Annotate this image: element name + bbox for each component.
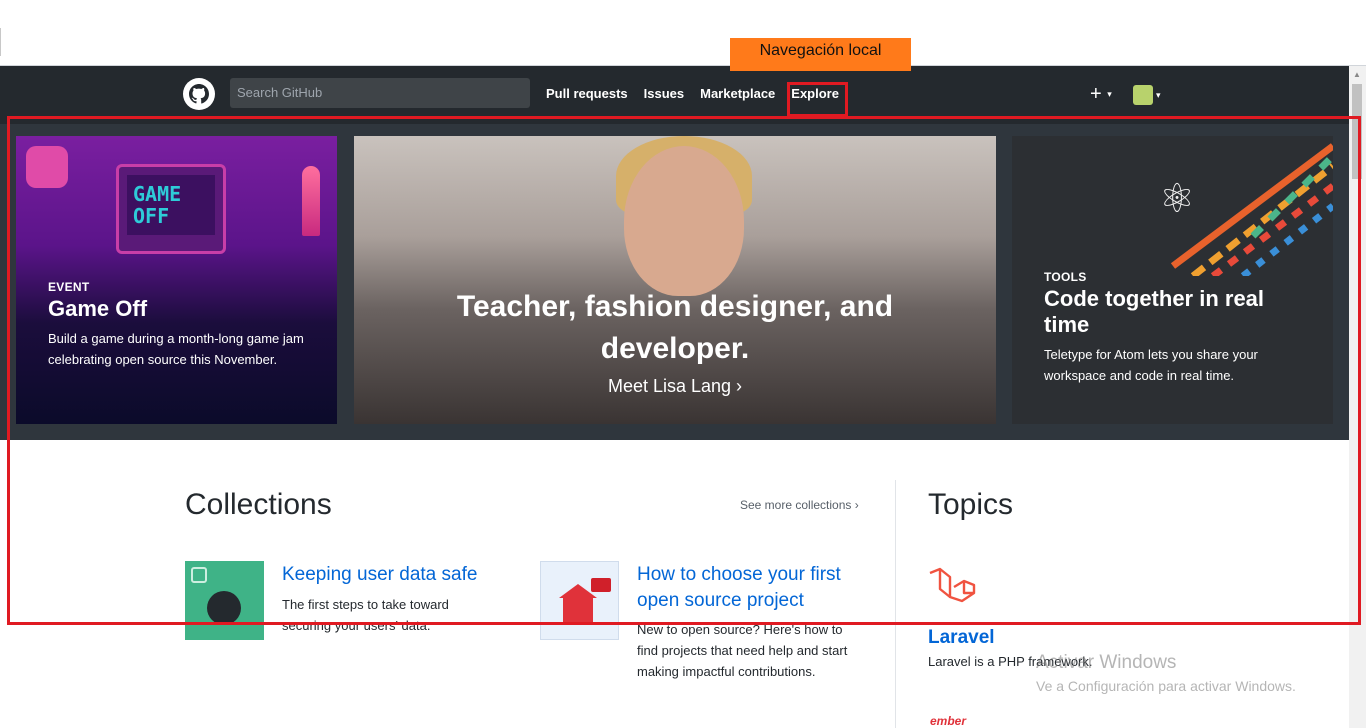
hero-card-featured-story[interactable]: Teacher, fashion designer, and developer… — [354, 136, 996, 424]
lava-lamp-illustration — [302, 166, 320, 236]
watermark-line-1: Activar Windows — [1036, 652, 1177, 673]
search-input[interactable]: Search GitHub — [230, 78, 530, 108]
see-more-collections-link[interactable]: See more collections › — [740, 498, 859, 512]
collection-description: The first steps to take toward securing … — [282, 597, 449, 633]
window-edge — [0, 28, 1, 56]
plus-icon: + — [1090, 83, 1102, 105]
create-new-menu[interactable]: + ▾ — [1090, 83, 1112, 106]
signpost-icon — [591, 578, 611, 592]
collections-heading: Collections — [185, 488, 332, 521]
collection-title[interactable]: Keeping user data safe — [282, 562, 512, 588]
windows-activation-watermark: Activar Windows Ve a Configuración para … — [1036, 652, 1296, 694]
avatar — [1133, 85, 1153, 105]
octocat-icon — [207, 591, 241, 625]
scrollbar-thumb[interactable] — [1352, 84, 1362, 179]
featured-link[interactable]: Meet Lisa Lang › — [354, 376, 996, 397]
laravel-logo-icon — [929, 567, 976, 603]
user-menu[interactable]: ▾ — [1133, 85, 1161, 105]
collection-thumbnail[interactable] — [540, 561, 619, 640]
card-title: Code together in real time — [1044, 286, 1265, 337]
topics-heading: Topics — [928, 488, 1014, 521]
explore-highlight-box — [787, 82, 848, 117]
screen-text: GAME OFF — [127, 175, 215, 235]
hero-card-teletype[interactable]: ⚛ TOOLS Code together in real time Telet… — [1012, 136, 1333, 424]
nav-marketplace[interactable]: Marketplace — [700, 86, 775, 101]
card-kicker: EVENT — [48, 280, 90, 294]
browser-top-strip — [0, 0, 1366, 66]
github-logo-icon[interactable] — [183, 78, 215, 110]
collection-thumbnail[interactable] — [185, 561, 264, 640]
topic-name[interactable]: Laravel — [928, 627, 995, 649]
card-kicker: TOOLS — [1044, 270, 1087, 284]
fingerprint-icon — [191, 567, 207, 583]
featured-title: Teacher, fashion designer, and developer… — [456, 290, 894, 365]
retro-computer-illustration: GAME OFF — [116, 164, 226, 254]
watermark-line-2: Ve a Configuración para activar Windows. — [1036, 678, 1296, 694]
card-description: Teletype for Atom lets you share your wo… — [1044, 347, 1258, 383]
nav-pull-requests[interactable]: Pull requests — [546, 86, 628, 101]
hero-carousel: GAME OFF EVENT Game Off Build a game dur… — [0, 124, 1349, 440]
card-title: Game Off — [48, 296, 148, 321]
chevron-down-icon: ▾ — [1107, 89, 1112, 100]
annotation-label: Navegación local — [730, 38, 911, 71]
atom-logo-icon: ⚛ — [1159, 177, 1195, 221]
nav-issues[interactable]: Issues — [644, 86, 684, 101]
chevron-down-icon: ▾ — [1156, 89, 1161, 100]
github-header: Search GitHub Pull requests Issues Marke… — [0, 66, 1349, 124]
section-divider — [895, 480, 896, 728]
next-topic-logo: ember — [930, 714, 967, 728]
collection-title[interactable]: How to choose your first open source pro… — [637, 562, 882, 614]
scroll-up-icon[interactable]: ▲ — [1353, 70, 1361, 79]
collection-description: New to open source? Here's how to find p… — [637, 622, 848, 679]
page-scrollbar[interactable]: ▲ — [1349, 66, 1366, 728]
mascot-image — [26, 146, 68, 188]
hero-card-game-off[interactable]: GAME OFF EVENT Game Off Build a game dur… — [16, 136, 337, 424]
card-description: Build a game during a month-long game ja… — [48, 331, 304, 367]
house-icon — [563, 598, 593, 622]
portrait-photo — [624, 146, 744, 296]
